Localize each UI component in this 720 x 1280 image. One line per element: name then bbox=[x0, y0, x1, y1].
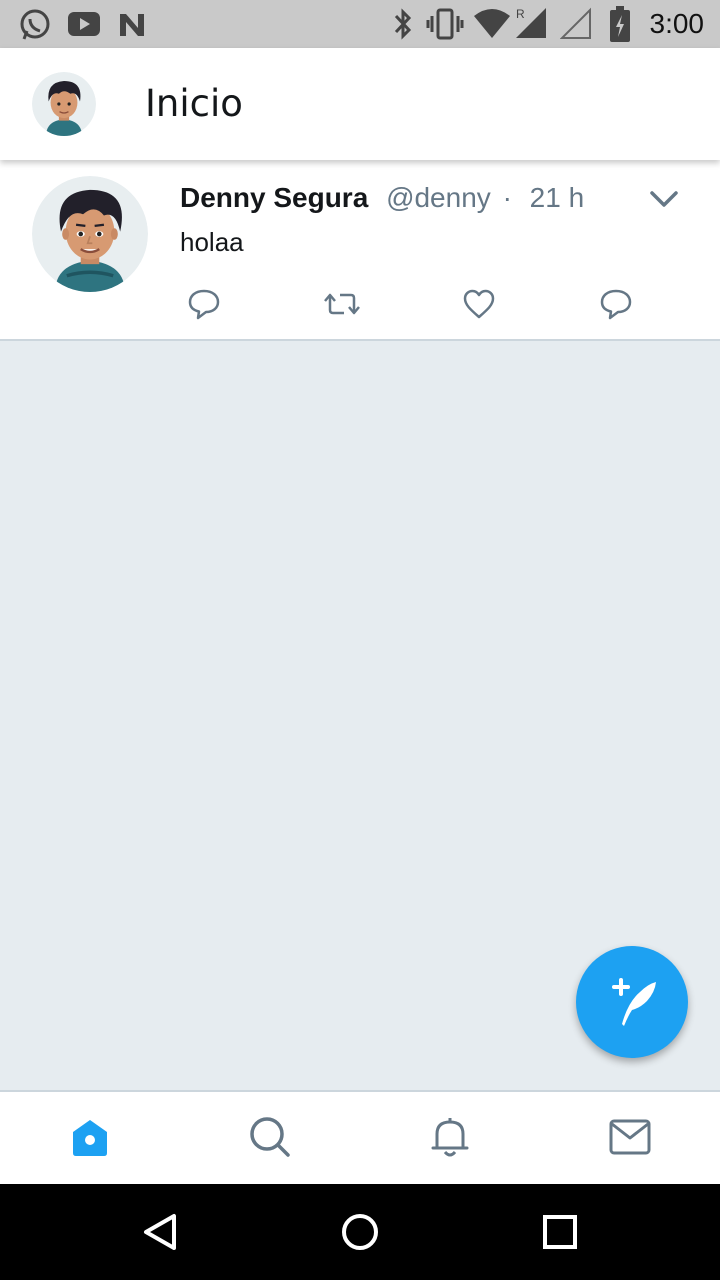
search-icon bbox=[250, 1117, 290, 1157]
status-time: 3:00 bbox=[649, 8, 705, 39]
compose-tweet-icon bbox=[612, 978, 656, 1026]
svg-text:R: R bbox=[516, 7, 525, 21]
android-nav-bar bbox=[0, 1184, 720, 1280]
youtube-icon bbox=[68, 12, 100, 36]
back-icon[interactable] bbox=[140, 1212, 180, 1252]
like-button[interactable] bbox=[457, 282, 501, 326]
avatar bbox=[32, 72, 96, 136]
separator-dot: · bbox=[502, 182, 512, 213]
dm-button[interactable] bbox=[594, 282, 638, 326]
home-circle-icon[interactable] bbox=[340, 1212, 380, 1252]
author-name[interactable]: Denny Segura bbox=[180, 182, 368, 213]
signal-empty-icon bbox=[560, 7, 591, 39]
retweet-icon bbox=[324, 293, 360, 315]
recents-icon[interactable] bbox=[542, 1214, 578, 1250]
whatsapp-icon bbox=[20, 9, 50, 40]
tweet-header: Denny Segura @denny · 21 h bbox=[180, 182, 584, 214]
nav-home[interactable] bbox=[65, 1112, 115, 1162]
author-handle[interactable]: @denny bbox=[386, 182, 491, 213]
nav-messages[interactable] bbox=[605, 1112, 655, 1162]
chevron-down-icon[interactable] bbox=[648, 186, 680, 212]
bottom-nav bbox=[0, 1090, 720, 1184]
app-header: Inicio bbox=[0, 48, 720, 160]
bluetooth-icon bbox=[394, 8, 412, 40]
tweet-text: holaa bbox=[180, 227, 244, 257]
messages-icon bbox=[609, 1119, 651, 1155]
dm-icon bbox=[600, 289, 632, 320]
tweet[interactable]: Denny Segura @denny · 21 h holaa bbox=[0, 160, 720, 341]
vibrate-icon bbox=[426, 8, 464, 40]
battery-icon bbox=[610, 6, 630, 42]
avatar bbox=[32, 176, 148, 292]
n-icon bbox=[120, 14, 144, 36]
profile-avatar[interactable] bbox=[32, 72, 96, 136]
wifi-icon bbox=[474, 9, 510, 38]
status-bar: R 3:00 bbox=[0, 0, 720, 48]
page-title: Inicio bbox=[145, 82, 243, 125]
signal-icon: R bbox=[516, 7, 546, 38]
home-icon bbox=[73, 1120, 107, 1156]
notifications-icon bbox=[431, 1118, 469, 1157]
nav-notifications[interactable] bbox=[425, 1112, 475, 1162]
compose-tweet-button[interactable] bbox=[576, 946, 688, 1058]
tweet-avatar[interactable] bbox=[32, 176, 148, 292]
like-icon bbox=[463, 289, 495, 319]
reply-icon bbox=[188, 289, 220, 320]
nav-search[interactable] bbox=[245, 1112, 295, 1162]
tweet-actions bbox=[180, 282, 660, 326]
retweet-button[interactable] bbox=[320, 282, 364, 326]
tweet-timestamp: 21 h bbox=[529, 182, 585, 213]
reply-button[interactable] bbox=[182, 282, 226, 326]
